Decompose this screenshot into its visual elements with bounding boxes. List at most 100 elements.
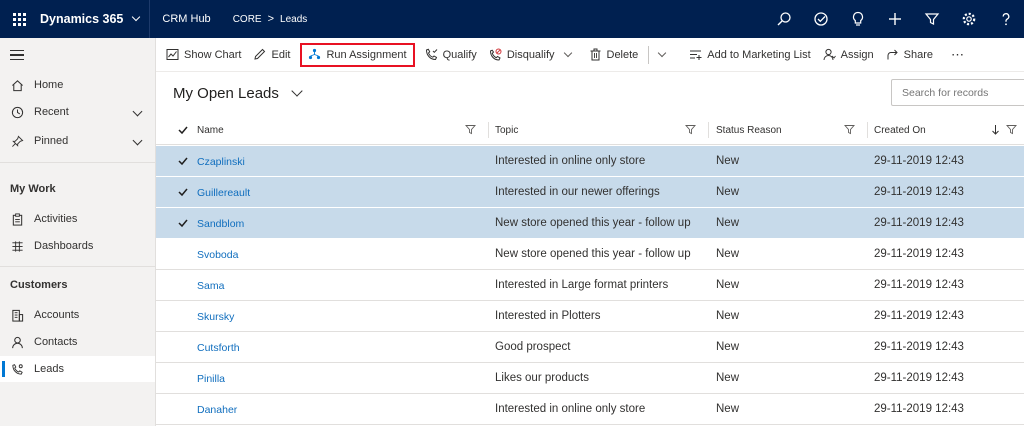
filter-icon[interactable] <box>685 124 696 135</box>
chevron-down-icon[interactable] <box>132 12 141 22</box>
add-to-marketing-list-button[interactable]: Add to Marketing List <box>683 43 816 67</box>
status-reason-cell: New <box>716 310 740 322</box>
topic-cell: New store opened this year - follow up <box>495 248 691 260</box>
sidebar-item-contacts[interactable]: Contacts <box>0 329 155 355</box>
show-chart-button[interactable]: Show Chart <box>160 43 247 67</box>
table-row[interactable]: Czaplinski Interested in online only stor… <box>156 146 1024 177</box>
lightbulb-icon <box>852 11 863 26</box>
table-row[interactable]: Cutsforth Good prospect New 29-11-2019 12:4… <box>156 332 1024 363</box>
person-icon <box>10 335 24 349</box>
settings-button[interactable] <box>950 0 987 38</box>
sort-descending-icon[interactable] <box>990 124 1001 135</box>
question-icon <box>1002 13 1009 26</box>
hamburger-icon[interactable] <box>10 50 24 63</box>
chevron-down-icon[interactable] <box>132 106 143 117</box>
lead-name-link[interactable]: Pinilla <box>197 373 225 385</box>
phone-block-icon <box>489 48 502 61</box>
created-on-cell: 29-11-2019 12:43 <box>874 310 964 322</box>
sidebar-item-dashboards[interactable]: Dashboards <box>0 233 155 259</box>
table-row[interactable]: Sandblom New store opened this year - fol… <box>156 208 1024 239</box>
assign-button[interactable]: Assign <box>817 43 880 67</box>
breadcrumb-page[interactable]: Leads <box>280 14 307 25</box>
top-actions <box>765 0 1024 38</box>
delete-button[interactable]: Delete <box>583 43 645 67</box>
topic-cell: Interested in online only store <box>495 155 646 167</box>
table-row[interactable]: Pinilla Likes our products New 29-11-2019 1… <box>156 363 1024 394</box>
select-all-checkbox[interactable] <box>178 115 188 145</box>
new-record-button[interactable] <box>876 0 913 38</box>
view-selector[interactable]: My Open Leads <box>173 85 303 102</box>
lead-name-link[interactable]: Sandblom <box>197 218 244 230</box>
share-button[interactable]: Share <box>880 43 939 67</box>
qualify-button[interactable]: Qualify <box>419 43 483 67</box>
help-button[interactable] <box>987 0 1024 38</box>
created-on-cell: 29-11-2019 12:43 <box>874 341 964 353</box>
lead-name-link[interactable]: Svoboda <box>197 249 238 261</box>
clock-icon <box>10 105 24 119</box>
edit-label: Edit <box>271 48 291 61</box>
row-checkbox[interactable] <box>178 218 188 231</box>
row-checkbox[interactable] <box>178 187 188 200</box>
lead-name-link[interactable]: Czaplinski <box>197 156 245 168</box>
lead-name-link[interactable]: Guillereault <box>197 187 250 199</box>
edit-button[interactable]: Edit <box>247 43 296 67</box>
column-header-created-on[interactable]: Created On <box>874 115 926 145</box>
filter-icon[interactable] <box>1006 124 1017 135</box>
sidebar-item-pinned[interactable]: Pinned <box>0 128 155 154</box>
column-header-status-reason[interactable]: Status Reason <box>716 115 782 145</box>
search-button[interactable] <box>765 0 802 38</box>
table-row[interactable]: Svoboda New store opened this year - foll… <box>156 239 1024 270</box>
lead-name-link[interactable]: Skursky <box>197 311 234 323</box>
run-assignment-button[interactable]: Run Assignment <box>300 42 415 67</box>
sidebar-item-label: Home <box>34 79 64 91</box>
more-options-button[interactable]: ⋯ <box>945 43 970 67</box>
top-bar: Dynamics 365 CRM Hub CORE > Leads <box>0 0 1024 38</box>
chevron-down-icon[interactable] <box>132 135 143 146</box>
topic-cell: New store opened this year - follow up <box>495 217 691 229</box>
sidebar-item-accounts[interactable]: Accounts <box>0 302 155 328</box>
sidebar-item-home[interactable]: Home <box>0 72 155 98</box>
view-title: My Open Leads <box>173 85 279 102</box>
column-header-topic[interactable]: Topic <box>495 115 518 145</box>
checkmark-icon <box>178 126 188 135</box>
lead-name-link[interactable]: Cutsforth <box>197 342 240 354</box>
task-flow-button[interactable] <box>802 0 839 38</box>
column-divider[interactable] <box>488 122 489 138</box>
ideas-button[interactable] <box>839 0 876 38</box>
filter-icon[interactable] <box>465 124 476 135</box>
delete-label: Delete <box>606 48 639 61</box>
assignment-rule-icon <box>309 48 321 60</box>
column-divider[interactable] <box>867 122 868 138</box>
disqualify-button[interactable]: Disqualify <box>483 43 577 67</box>
dashboard-icon <box>10 239 24 253</box>
hub-name[interactable]: CRM Hub <box>162 13 210 25</box>
building-icon <box>10 308 24 322</box>
column-header-name[interactable]: Name <box>197 115 224 145</box>
app-title[interactable]: Dynamics 365 <box>40 12 123 26</box>
advanced-find-button[interactable] <box>913 0 950 38</box>
sidebar-item-label: Leads <box>34 363 64 375</box>
command-bar: Show Chart Edit Run Assignment Qualify D… <box>156 38 1024 72</box>
person-assign-icon <box>823 48 836 61</box>
divider <box>0 162 155 163</box>
sidebar-item-leads[interactable]: Leads <box>0 356 155 382</box>
filter-icon <box>924 13 939 25</box>
more-commands-dropdown[interactable] <box>653 43 669 67</box>
column-divider[interactable] <box>708 122 709 138</box>
app-launcher-button[interactable] <box>0 0 38 38</box>
lead-name-link[interactable]: Sama <box>197 280 224 292</box>
breadcrumb-area[interactable]: CORE <box>233 14 262 25</box>
section-title-my-work: My Work <box>10 183 56 195</box>
row-checkbox[interactable] <box>178 156 188 169</box>
table-row[interactable]: Skursky Interested in Plotters New 29-11-20… <box>156 301 1024 332</box>
search-input[interactable] <box>891 79 1024 106</box>
status-reason-cell: New <box>716 372 740 384</box>
chevron-down-icon[interactable] <box>563 48 572 57</box>
table-row[interactable]: Danaher Interested in online only store Ne… <box>156 394 1024 425</box>
sidebar-item-activities[interactable]: Activities <box>0 206 155 232</box>
table-row[interactable]: Sama Interested in Large format printers N… <box>156 270 1024 301</box>
table-row[interactable]: Guillereault Interested in our newer offe… <box>156 177 1024 208</box>
lead-name-link[interactable]: Danaher <box>197 404 237 416</box>
sidebar-item-recent[interactable]: Recent <box>0 99 155 125</box>
filter-icon[interactable] <box>844 124 855 135</box>
